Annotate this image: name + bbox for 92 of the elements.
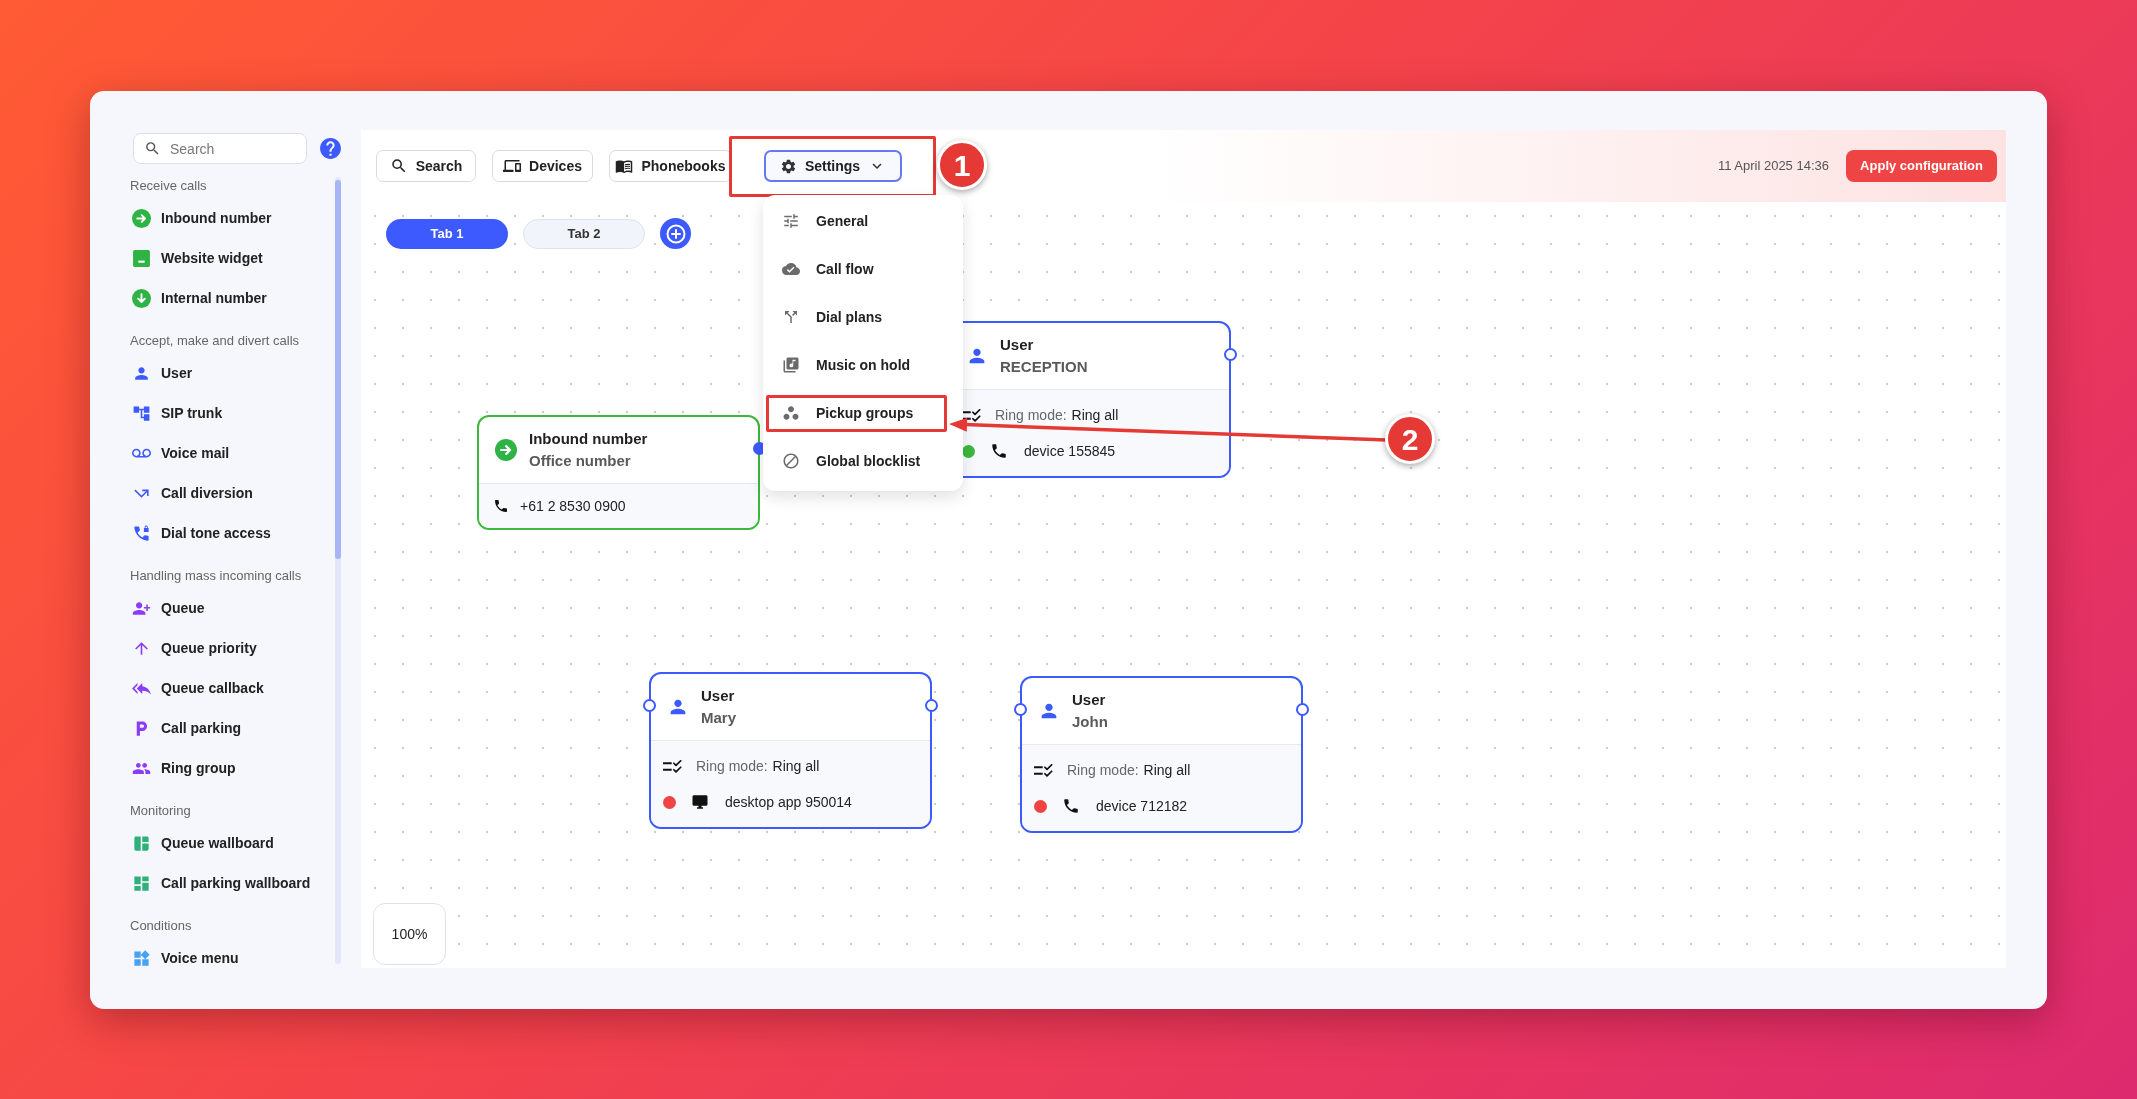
sidebar-item[interactable]: Queue callback: [130, 677, 264, 699]
sidebar-item[interactable]: Voice mail: [130, 442, 230, 464]
menu-item[interactable]: General: [782, 210, 869, 232]
arrow-circle-icon: [132, 208, 151, 228]
fork-icon: [782, 308, 800, 326]
ring-mode-value: Ring all: [1071, 405, 1119, 425]
scrollbar-thumb[interactable]: [335, 180, 341, 559]
widget-icon: [132, 248, 151, 268]
checklist-icon: [1034, 763, 1053, 777]
plus-circle-icon: [665, 223, 686, 244]
section-heading: Monitoring: [130, 802, 191, 820]
circle-dots-icon: [782, 404, 800, 422]
node-title: User: [701, 686, 735, 706]
sidebar-item[interactable]: Call parking: [130, 717, 242, 739]
help-icon[interactable]: [318, 136, 343, 161]
node-title: User: [1072, 690, 1106, 710]
arrow-circle-icon: [495, 439, 517, 461]
dashboard-icon: [132, 833, 151, 853]
toolbar-button[interactable]: Devices: [492, 150, 593, 182]
node-subtitle: Mary: [701, 708, 737, 728]
tab[interactable]: Tab 2: [523, 218, 645, 249]
menu-item[interactable]: Pickup groups: [782, 402, 914, 424]
search-field[interactable]: Search: [133, 133, 307, 164]
menu-item[interactable]: Global blocklist: [782, 450, 921, 472]
search-icon: [144, 140, 161, 157]
section-heading: Handling mass incoming calls: [130, 567, 302, 585]
phone-lock-icon: [132, 523, 151, 543]
sidebar-item[interactable]: Call diversion: [130, 482, 253, 504]
scrollbar[interactable]: [335, 177, 341, 964]
block-icon: [782, 452, 800, 470]
section-heading: Receive calls: [130, 177, 207, 195]
checklist-icon: [962, 408, 981, 422]
node-title: User: [1000, 335, 1034, 355]
device-label: device 155845: [1024, 441, 1116, 461]
ring-mode-label: Ring mode:: [696, 756, 768, 776]
sidebar-item[interactable]: User: [130, 362, 193, 384]
sidebar-item[interactable]: Queue: [130, 597, 205, 619]
sliders-icon: [782, 212, 800, 230]
dashboard-icon: [132, 873, 151, 893]
music-library-icon: [782, 356, 800, 374]
toolbar-button[interactable]: Phonebooks: [609, 150, 732, 182]
apply-configuration-button[interactable]: Apply configuration: [1846, 150, 1997, 182]
date-time: 11 April 2025 14:36: [1717, 157, 1829, 176]
node-subtitle: RECEPTION: [1000, 357, 1088, 377]
cloud-check-icon: [782, 260, 800, 278]
node-title: Inbound number: [529, 429, 648, 449]
ring-mode-label: Ring mode:: [1067, 760, 1139, 780]
tab[interactable]: Tab 1: [386, 218, 508, 249]
node-subtitle: John: [1072, 712, 1108, 732]
checklist-icon: [663, 759, 682, 773]
arrow-down-circle-icon: [132, 288, 151, 308]
sidebar-item[interactable]: Ring group: [130, 757, 236, 779]
menu-item[interactable]: Music on hold: [782, 354, 911, 376]
book-icon: [615, 157, 634, 175]
devices-icon: [503, 157, 522, 175]
sidebar-item[interactable]: Dial tone access: [130, 522, 271, 544]
computer-icon: [691, 793, 709, 811]
zoom-level-button[interactable]: 100%: [373, 903, 446, 965]
sidebar-item[interactable]: SIP trunk: [130, 402, 223, 424]
sidebar-item[interactable]: Queue priority: [130, 637, 257, 659]
node-subtitle: Office number: [529, 451, 631, 471]
settings-button[interactable]: Settings: [764, 150, 902, 182]
sidebar-item[interactable]: Call parking wallboard: [130, 872, 311, 894]
gear-icon: [779, 157, 797, 175]
sidebar-item[interactable]: Inbound number: [130, 207, 272, 229]
sidebar-item[interactable]: Website widget: [130, 247, 263, 269]
phone-icon: [990, 442, 1008, 460]
step-marker: 1: [937, 140, 987, 190]
add-tab-button[interactable]: [660, 218, 691, 249]
widgets-icon: [132, 948, 151, 968]
device-label: desktop app 950014: [725, 792, 852, 812]
sidebar-item[interactable]: Voice menu: [130, 947, 239, 969]
user-node[interactable]: User Mary Ring mode: Ring all desktop app 950014: [649, 672, 932, 829]
section-heading: Conditions: [130, 917, 192, 935]
menu-item[interactable]: Call flow: [782, 258, 874, 280]
search-icon: [389, 157, 408, 175]
phone-number: +61 2 8530 0900: [520, 496, 626, 516]
device-label: device 712182: [1096, 796, 1188, 816]
toolbar-button[interactable]: Search: [376, 150, 476, 182]
inbound-number-node[interactable]: Inbound number Office number +61 2 8530 0900: [477, 415, 760, 530]
user-node[interactable]: User John Ring mode: Ring all device 712182: [1020, 676, 1303, 833]
phone-icon: [1062, 797, 1080, 815]
section-heading: Accept, make and divert calls: [130, 332, 300, 350]
menu-item[interactable]: Dial plans: [782, 306, 883, 328]
ring-mode-value: Ring all: [1143, 760, 1191, 780]
sidebar-item[interactable]: Internal number: [130, 287, 267, 309]
step-marker: 2: [1385, 414, 1435, 464]
hierarchy-icon: [132, 403, 151, 423]
ring-mode-label: Ring mode:: [995, 405, 1067, 425]
ring-mode-value: Ring all: [772, 756, 820, 776]
phone-icon: [493, 498, 509, 514]
sidebar-item[interactable]: Queue wallboard: [130, 832, 274, 854]
